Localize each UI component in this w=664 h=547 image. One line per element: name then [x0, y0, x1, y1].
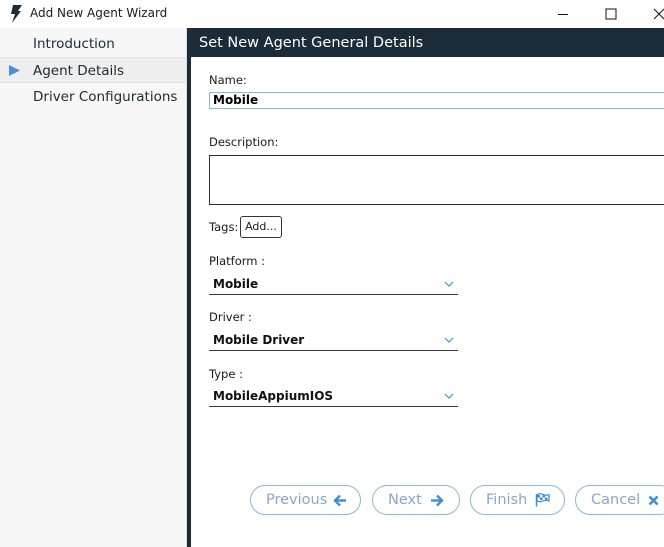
platform-label: Platform :: [209, 254, 266, 268]
previous-button[interactable]: Previous: [250, 485, 361, 515]
next-button[interactable]: Next: [372, 485, 460, 515]
arrow-right-icon: [431, 494, 444, 507]
type-value: MobileAppiumIOS: [213, 389, 334, 403]
type-label: Type :: [209, 367, 243, 381]
sidebar-item-label: Agent Details: [33, 63, 125, 79]
title-bar: Add New Agent Wizard: [0, 0, 664, 28]
minimize-icon: [558, 14, 568, 15]
finish-button[interactable]: Finish: [470, 485, 565, 515]
previous-button-label: Previous: [266, 492, 328, 508]
sidebar-item-driver-configurations[interactable]: Driver Configurations: [0, 84, 186, 110]
cancel-button-label: Cancel: [591, 492, 641, 508]
name-input[interactable]: Mobile: [209, 92, 664, 109]
maximize-icon: [605, 8, 617, 20]
maximize-button[interactable]: [588, 0, 634, 28]
close-icon: [653, 8, 664, 20]
driver-label: Driver :: [209, 310, 252, 324]
chevron-down-icon: [444, 281, 454, 287]
checkered-flag-icon: [535, 493, 550, 507]
name-label: Name:: [209, 73, 247, 87]
sidebar-item-agent-details[interactable]: Agent Details: [0, 57, 186, 83]
sidebar-item-label: Driver Configurations: [33, 89, 178, 105]
wizard-steps-sidebar: Introduction Agent Details Driver Config…: [0, 28, 187, 547]
description-input[interactable]: [209, 155, 664, 205]
driver-value: Mobile Driver: [213, 333, 305, 347]
chevron-down-icon: [444, 337, 454, 343]
add-tag-button[interactable]: Add...: [240, 216, 282, 238]
tags-label: Tags:: [209, 220, 239, 234]
triangle-right-icon: [9, 65, 20, 76]
driver-dropdown[interactable]: Mobile Driver: [209, 331, 458, 351]
main-panel: Set New Agent General Details Name: Mobi…: [187, 28, 664, 547]
window-title: Add New Agent Wizard: [30, 6, 168, 20]
close-x-icon: [648, 495, 659, 506]
page-title: Set New Agent General Details: [199, 35, 424, 51]
sidebar-item-introduction[interactable]: Introduction: [0, 31, 186, 57]
platform-dropdown[interactable]: Mobile: [209, 275, 458, 295]
cancel-button[interactable]: Cancel: [575, 485, 664, 515]
chevron-down-icon: [444, 393, 454, 399]
next-button-label: Next: [388, 492, 422, 508]
page-header: Set New Agent General Details: [191, 28, 664, 57]
finish-button-label: Finish: [486, 492, 528, 508]
close-window-button[interactable]: [636, 0, 664, 28]
minimize-button[interactable]: [540, 0, 586, 28]
description-label: Description:: [209, 135, 279, 149]
type-dropdown[interactable]: MobileAppiumIOS: [209, 387, 458, 407]
platform-value: Mobile: [213, 277, 259, 291]
arrow-left-icon: [333, 494, 346, 507]
lightning-bolt-icon: [11, 5, 22, 23]
sidebar-item-label: Introduction: [33, 36, 115, 52]
